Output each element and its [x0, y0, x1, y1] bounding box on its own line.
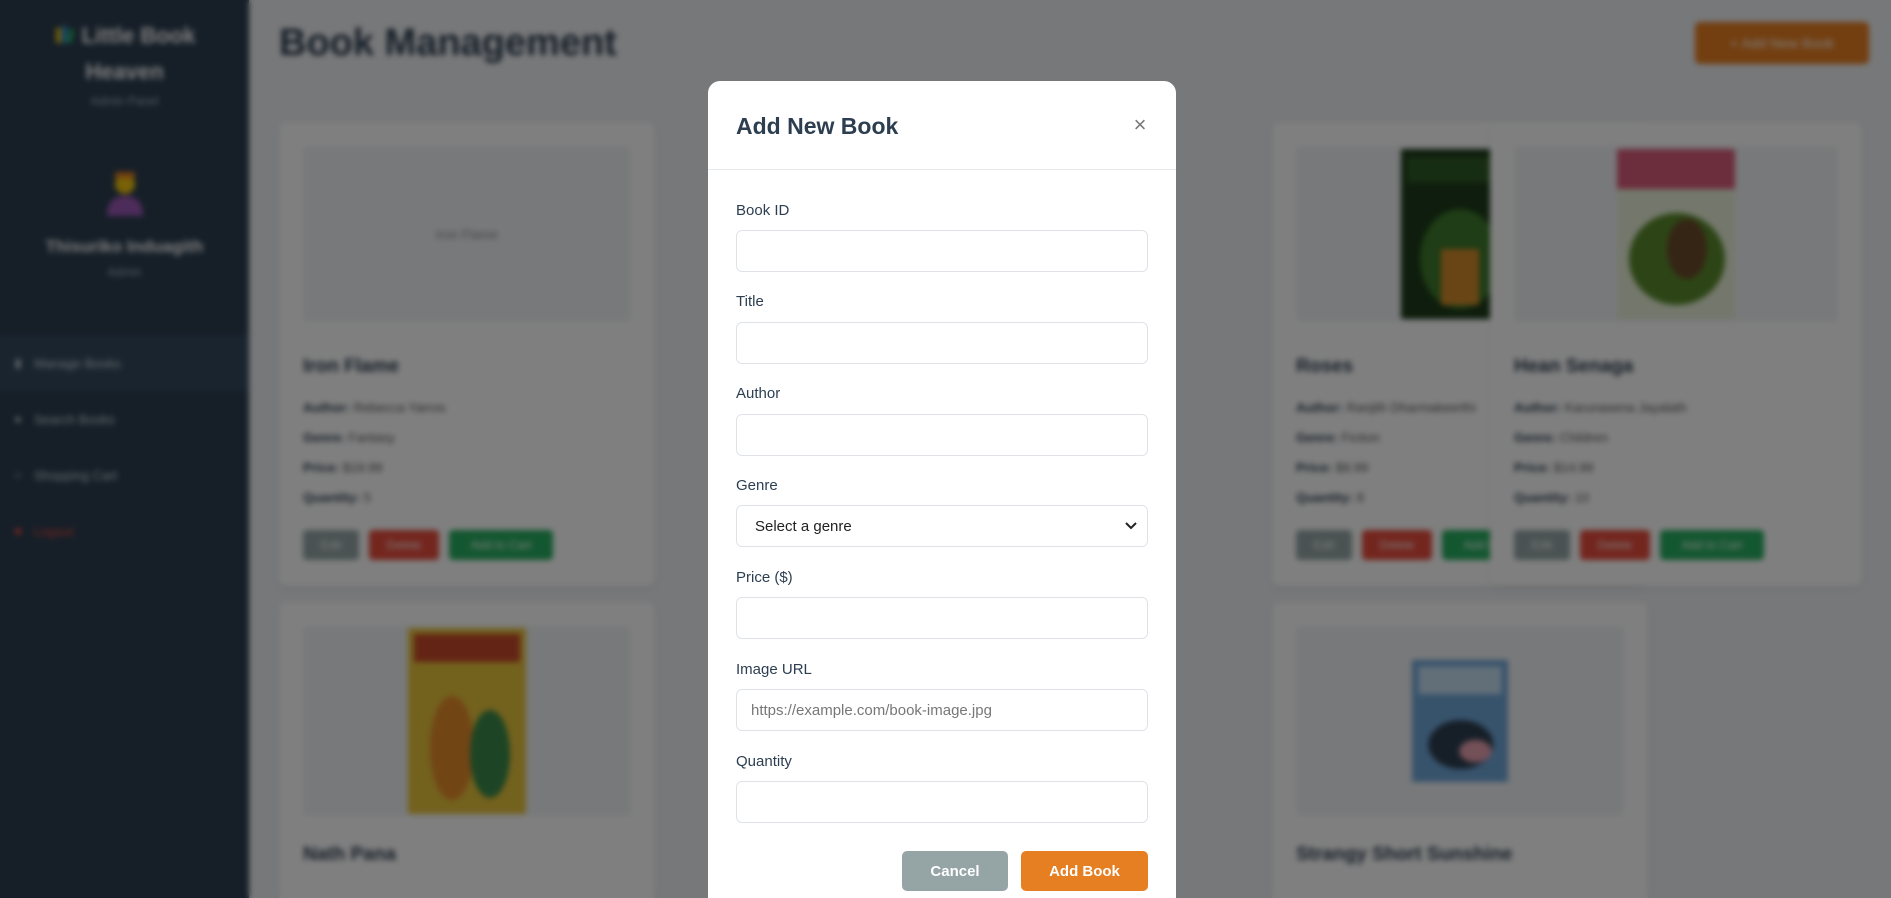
price-input[interactable]	[736, 597, 1148, 639]
genre-selected-value: Select a genre	[755, 517, 852, 535]
image-url-label: Image URL	[736, 661, 812, 678]
quantity-label: Quantity	[736, 753, 792, 770]
chevron-down-icon	[1125, 522, 1137, 530]
image-url-input[interactable]	[736, 689, 1148, 731]
add-book-button[interactable]: Add Book	[1021, 851, 1148, 891]
author-label: Author	[736, 385, 781, 402]
close-button[interactable]: ×	[1130, 113, 1150, 137]
author-input[interactable]	[736, 414, 1148, 456]
title-input[interactable]	[736, 322, 1148, 364]
book-id-label: Book ID	[736, 202, 790, 219]
price-label: Price ($)	[736, 569, 793, 586]
genre-label: Genre	[736, 477, 778, 494]
title-label: Title	[736, 293, 764, 310]
genre-select[interactable]: Select a genre	[736, 505, 1148, 547]
cancel-button[interactable]: Cancel	[902, 851, 1008, 891]
modal-header: Add New Book ×	[708, 81, 1176, 170]
quantity-input[interactable]	[736, 781, 1148, 823]
modal-title: Add New Book	[736, 113, 899, 139]
book-id-input[interactable]	[736, 230, 1148, 272]
add-book-modal: Add New Book × Book ID Title Author Genr…	[708, 81, 1176, 898]
